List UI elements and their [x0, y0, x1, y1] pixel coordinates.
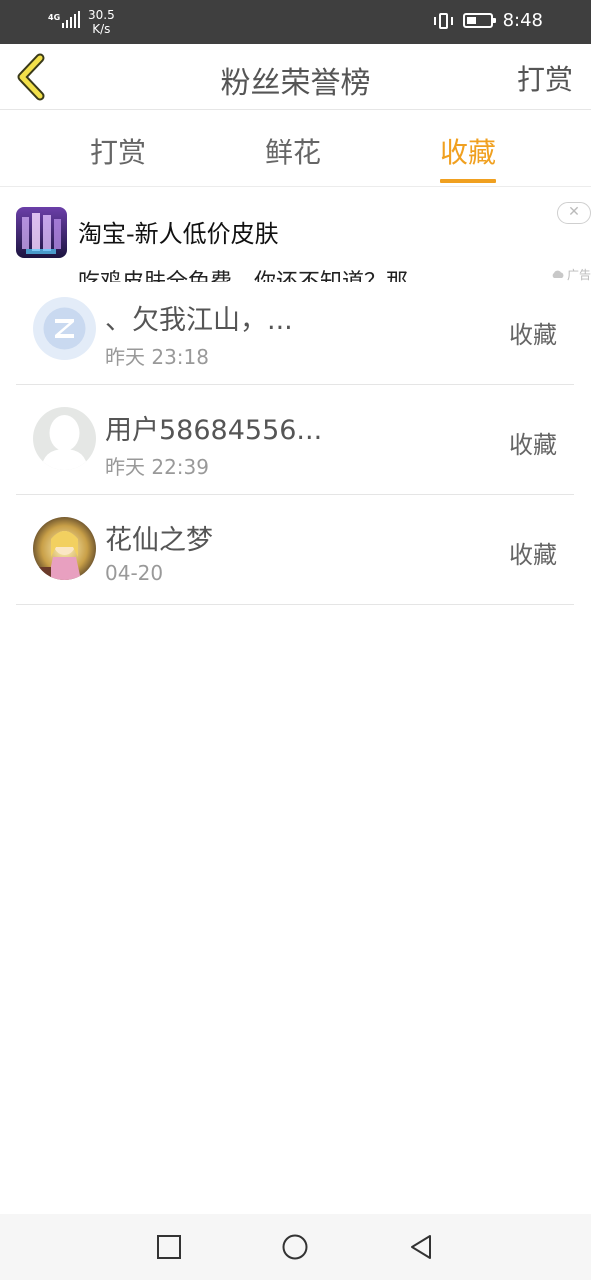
tab-label: 鲜花 [265, 136, 322, 169]
user-name: 用户58684556... [105, 415, 323, 446]
ad-thumbnail [16, 207, 67, 258]
timestamp: 昨天 23:18 [105, 345, 209, 369]
tab-favorites[interactable]: 收藏 [440, 131, 497, 183]
network-speed: 30.5 K/s [88, 8, 115, 36]
system-nav-bar [0, 1214, 591, 1280]
avatar[interactable] [33, 407, 96, 470]
tab-flowers[interactable]: 鲜花 [265, 131, 321, 171]
ad-title: 淘宝-新人低价皮肤 [78, 220, 279, 248]
page-title: 粉丝荣誉榜 [220, 66, 371, 101]
recent-apps-button[interactable] [156, 1234, 182, 1260]
user-name: 、欠我江山，... [105, 305, 293, 336]
tip-button[interactable]: 打赏 [517, 58, 573, 98]
avatar[interactable] [33, 517, 96, 580]
tab-active-indicator [440, 179, 497, 183]
home-icon [282, 1234, 308, 1260]
anime-girl-avatar-icon [33, 517, 96, 580]
network-type-label: 4G [48, 13, 61, 22]
row-action-label: 收藏 [509, 541, 557, 569]
network-speed-value: 30.5 [88, 8, 115, 22]
fan-list: 、欠我江山，... 昨天 23:18 收藏 用户58684556... 昨天 2… [16, 275, 574, 605]
list-item[interactable]: 用户58684556... 昨天 22:39 收藏 [16, 385, 574, 495]
avatar[interactable] [33, 297, 96, 360]
row-action-label: 收藏 [509, 431, 557, 459]
battery-fill [466, 17, 476, 24]
battery-icon [462, 13, 496, 28]
row-action-label: 收藏 [509, 321, 557, 349]
list-item[interactable]: 花仙之梦 04-20 收藏 [16, 495, 574, 605]
close-icon[interactable]: ✕ [557, 202, 591, 224]
tab-tip[interactable]: 打赏 [90, 131, 146, 171]
status-right: 8:48 [433, 10, 543, 31]
status-left: 4G 30.5 K/s [48, 8, 115, 36]
recent-apps-icon [157, 1235, 181, 1259]
back-nav-button[interactable] [408, 1234, 434, 1260]
home-button[interactable] [282, 1234, 308, 1260]
ad-banner[interactable]: 淘宝-新人低价皮肤 吃鸡皮肤全免费，你还不知道？那 ✕ 广告 [0, 190, 591, 282]
vibrate-icon [433, 11, 453, 31]
list-item[interactable]: 、欠我江山，... 昨天 23:18 收藏 [16, 275, 574, 385]
user-name: 花仙之梦 [105, 525, 213, 556]
network-speed-unit: K/s [92, 22, 111, 36]
clock: 8:48 [502, 10, 543, 31]
status-bar: 4G 30.5 K/s 8:48 [0, 0, 591, 44]
tab-label: 收藏 [440, 136, 497, 169]
default-user-icon [33, 407, 96, 470]
back-icon [411, 1235, 431, 1259]
timestamp: 昨天 22:39 [105, 455, 209, 479]
header: 粉丝荣誉榜 打赏 [0, 44, 591, 110]
qq-logo-avatar-icon [33, 297, 96, 360]
signal-icon [62, 8, 80, 28]
timestamp: 04-20 [105, 561, 164, 585]
tab-bar: 打赏 鲜花 收藏 [0, 111, 591, 187]
tab-label: 打赏 [90, 136, 147, 169]
